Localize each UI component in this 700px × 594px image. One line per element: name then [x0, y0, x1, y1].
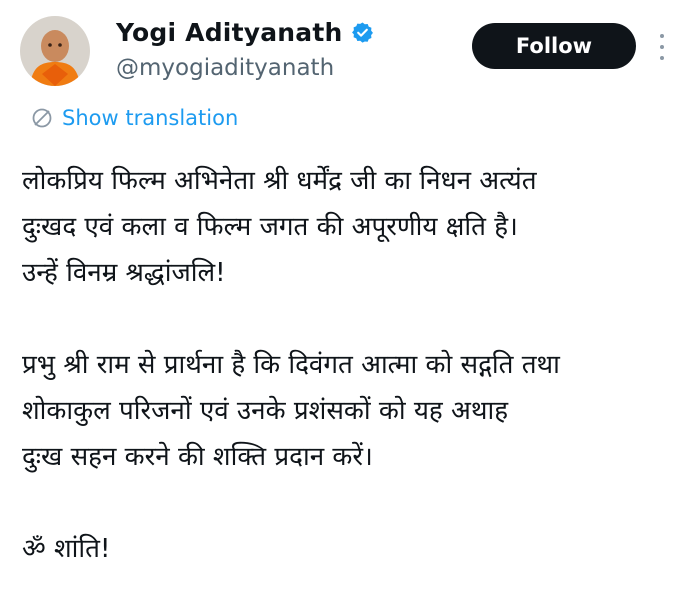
show-translation-link[interactable]: Show translation	[30, 106, 238, 130]
author-name-row[interactable]: Yogi Adityanath	[116, 18, 374, 47]
avatar[interactable]	[20, 16, 90, 86]
paragraph-break	[22, 296, 692, 342]
more-dot	[660, 34, 664, 38]
post-text: लोकप्रिय फिल्म अभिनेता श्री धर्मेंद्र जी…	[22, 158, 692, 572]
show-translation-label[interactable]: Show translation	[62, 106, 238, 130]
globe-icon	[32, 108, 52, 128]
post-line: ॐ शांति!	[22, 534, 111, 564]
post-line: शोकाकुल परिजनों एवं उनके प्रशंसकों को यह…	[22, 396, 508, 426]
more-dot	[660, 45, 664, 49]
post-line: दुःख सहन करने की शक्ति प्रदान करें।	[22, 442, 373, 472]
post-line: उन्हें विनम्र श्रद्धांजलि!	[22, 258, 226, 288]
author-handle[interactable]: @myogiadityanath	[116, 55, 334, 81]
paragraph-break	[22, 480, 692, 526]
post-line: लोकप्रिय फिल्म अभिनेता श्री धर्मेंद्र जी…	[22, 166, 537, 196]
avatar-image	[20, 16, 90, 86]
verified-badge-icon	[351, 22, 373, 43]
post-header: Yogi Adityanath @myogiadityanath Follow	[0, 0, 700, 105]
more-dot	[660, 56, 664, 60]
more-vertical-icon[interactable]	[656, 34, 668, 60]
follow-button[interactable]: Follow	[472, 23, 636, 69]
post-line: दुःखद एवं कला व फिल्म जगत की अपूरणीय क्ष…	[22, 212, 518, 242]
post-line: प्रभु श्री राम से प्रार्थना है कि दिवंगत…	[22, 350, 560, 380]
author-display-name[interactable]: Yogi Adityanath	[116, 18, 343, 47]
